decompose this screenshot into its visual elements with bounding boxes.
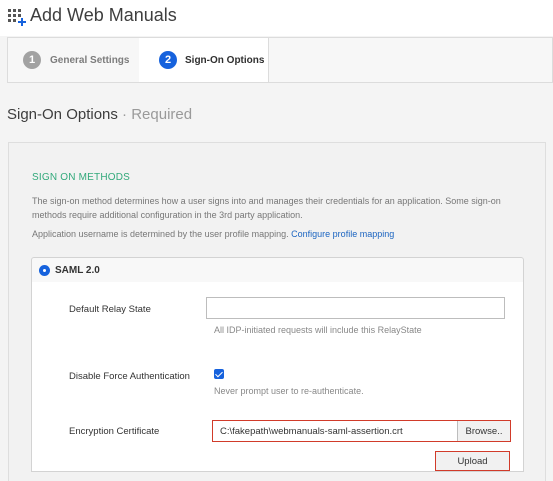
step-label: General Settings: [50, 54, 130, 66]
relay-state-hint: All IDP-initiated requests will include …: [214, 325, 422, 335]
step-sign-on-options[interactable]: 2 Sign-On Options: [139, 38, 269, 82]
grid-plus-icon: [8, 9, 26, 26]
page-title: Add Web Manuals: [30, 5, 177, 25]
relay-state-label: Default Relay State: [69, 304, 151, 315]
sign-on-description: The sign-on method determines how a user…: [32, 196, 501, 220]
certificate-file-picker: C:\fakepath\webmanuals-saml-assertion.cr…: [212, 420, 511, 442]
title-bar: Add Web Manuals: [0, 0, 553, 36]
step-label: Sign-On Options: [185, 54, 265, 66]
encryption-certificate-label: Encryption Certificate: [69, 426, 160, 437]
configure-profile-mapping-link[interactable]: Configure profile mapping: [291, 229, 394, 239]
relay-state-input[interactable]: [206, 297, 505, 319]
section-title: Sign-On Options: [7, 106, 118, 123]
required-label: · Required: [117, 106, 193, 123]
profile-mapping-text: Application username is determined by th…: [32, 229, 394, 239]
step-number: 2: [159, 51, 177, 69]
section-heading: Sign-On Options · Required: [7, 106, 192, 123]
step-general-settings[interactable]: 1 General Settings: [8, 38, 140, 82]
sign-on-methods-heading: SIGN ON METHODS: [32, 172, 131, 183]
force-auth-checkbox[interactable]: [214, 369, 224, 379]
saml-radio[interactable]: [40, 266, 49, 275]
force-auth-hint: Never prompt user to re-authenticate.: [214, 386, 364, 396]
step-number: 1: [23, 51, 41, 69]
saml-label: SAML 2.0: [55, 265, 100, 276]
browse-button[interactable]: Browse..: [457, 421, 510, 441]
mapping-text: Application username is determined by th…: [32, 229, 289, 239]
force-auth-label: Disable Force Authentication: [69, 371, 190, 382]
upload-button[interactable]: Upload: [435, 451, 510, 471]
certificate-path-field[interactable]: C:\fakepath\webmanuals-saml-assertion.cr…: [213, 421, 457, 441]
wizard-steps: 1 General Settings 2 Sign-On Options: [7, 37, 553, 83]
saml-option-header[interactable]: SAML 2.0: [31, 257, 524, 283]
